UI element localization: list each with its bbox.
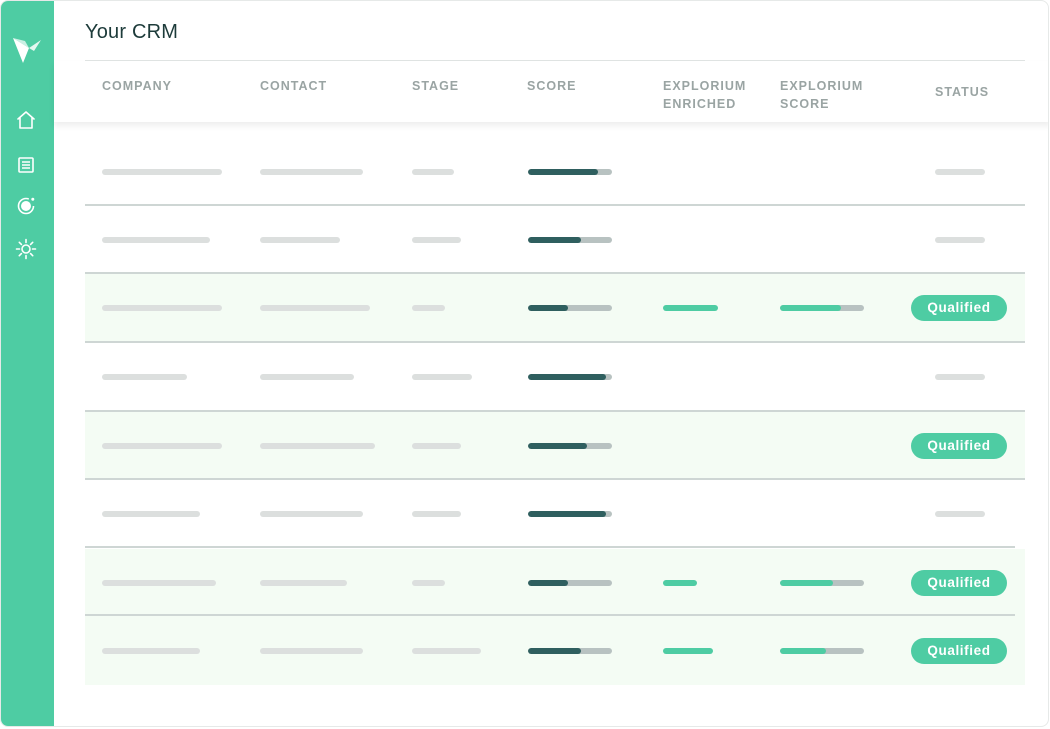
settings-icon[interactable] [14,237,38,261]
explorium-enriched-bar [663,580,697,586]
company-placeholder [102,237,210,243]
score-bar [528,580,612,586]
score-bar-fill [528,374,607,380]
column-header-stage[interactable]: STAGE [412,77,459,95]
page-title: Your CRM [85,21,179,43]
explorium-score-bar [780,648,864,654]
status-placeholder [935,374,985,380]
company-placeholder [102,511,200,517]
score-bar-fill [528,580,569,586]
company-placeholder [102,305,222,311]
contact-placeholder [260,443,375,449]
score-bar [528,648,612,654]
stage-placeholder [412,511,461,517]
score-bar-fill [528,648,581,654]
stage-placeholder [412,169,454,175]
status-badge[interactable]: Qualified [911,295,1007,321]
contact-placeholder [260,580,347,586]
row-divider [85,341,1025,343]
score-bar [528,305,612,311]
score-bar [528,237,612,243]
score-bar-fill [528,305,569,311]
row-divider [85,410,1025,412]
stage-placeholder [412,648,481,654]
column-header-explorium-enriched[interactable]: EXPLORIUM ENRICHED [663,77,753,113]
status-badge[interactable]: Qualified [911,570,1007,596]
sidebar [1,1,54,726]
explorium-enriched-bar [663,648,713,654]
score-bar-fill [528,511,607,517]
target-icon[interactable] [14,194,38,218]
column-header-status[interactable]: STATUS [935,83,989,101]
home-icon[interactable] [14,108,38,132]
company-placeholder [102,580,216,586]
stage-placeholder [412,443,461,449]
company-placeholder [102,169,222,175]
contact-placeholder [260,305,370,311]
contact-placeholder [260,237,340,243]
stage-placeholder [412,374,472,380]
contact-placeholder [260,511,363,517]
document-list-icon[interactable] [14,153,38,177]
status-placeholder [935,169,985,175]
column-header-explorium-score[interactable]: EXPLORIUM SCORE [780,77,865,113]
column-header-company[interactable]: COMPANY [102,77,172,95]
explorium-score-bar [780,305,864,311]
status-placeholder [935,237,985,243]
explorium-score-fill [780,580,833,586]
row-divider [85,614,1015,616]
status-badge[interactable]: Qualified [911,638,1007,664]
score-bar-fill [528,169,598,175]
stage-placeholder [412,580,445,586]
logo-icon[interactable] [11,35,43,65]
company-placeholder [102,648,200,654]
status-badge[interactable]: Qualified [911,433,1007,459]
table-header: COMPANY CONTACT STAGE SCORE EXPLORIUM EN… [54,61,1048,122]
contact-placeholder [260,374,354,380]
stage-placeholder [412,237,461,243]
contact-placeholder [260,648,363,654]
explorium-score-bar [780,580,864,586]
row-divider [85,478,1025,480]
status-placeholder [935,511,985,517]
row-divider [85,204,1025,206]
column-header-contact[interactable]: CONTACT [260,77,327,95]
company-placeholder [102,443,222,449]
crm-window: Your CRM COMPANY CONTACT STAGE SCORE EXP… [0,0,1049,727]
explorium-score-fill [780,648,827,654]
explorium-score-fill [780,305,842,311]
score-bar [528,511,612,517]
score-bar-fill [528,237,581,243]
column-header-score[interactable]: SCORE [527,77,576,95]
score-bar [528,169,612,175]
contact-placeholder [260,169,363,175]
company-placeholder [102,374,187,380]
score-bar [528,374,612,380]
stage-placeholder [412,305,445,311]
score-bar-fill [528,443,587,449]
row-divider [85,272,1025,274]
score-bar [528,443,612,449]
explorium-enriched-bar [663,305,718,311]
row-divider [85,546,1015,548]
